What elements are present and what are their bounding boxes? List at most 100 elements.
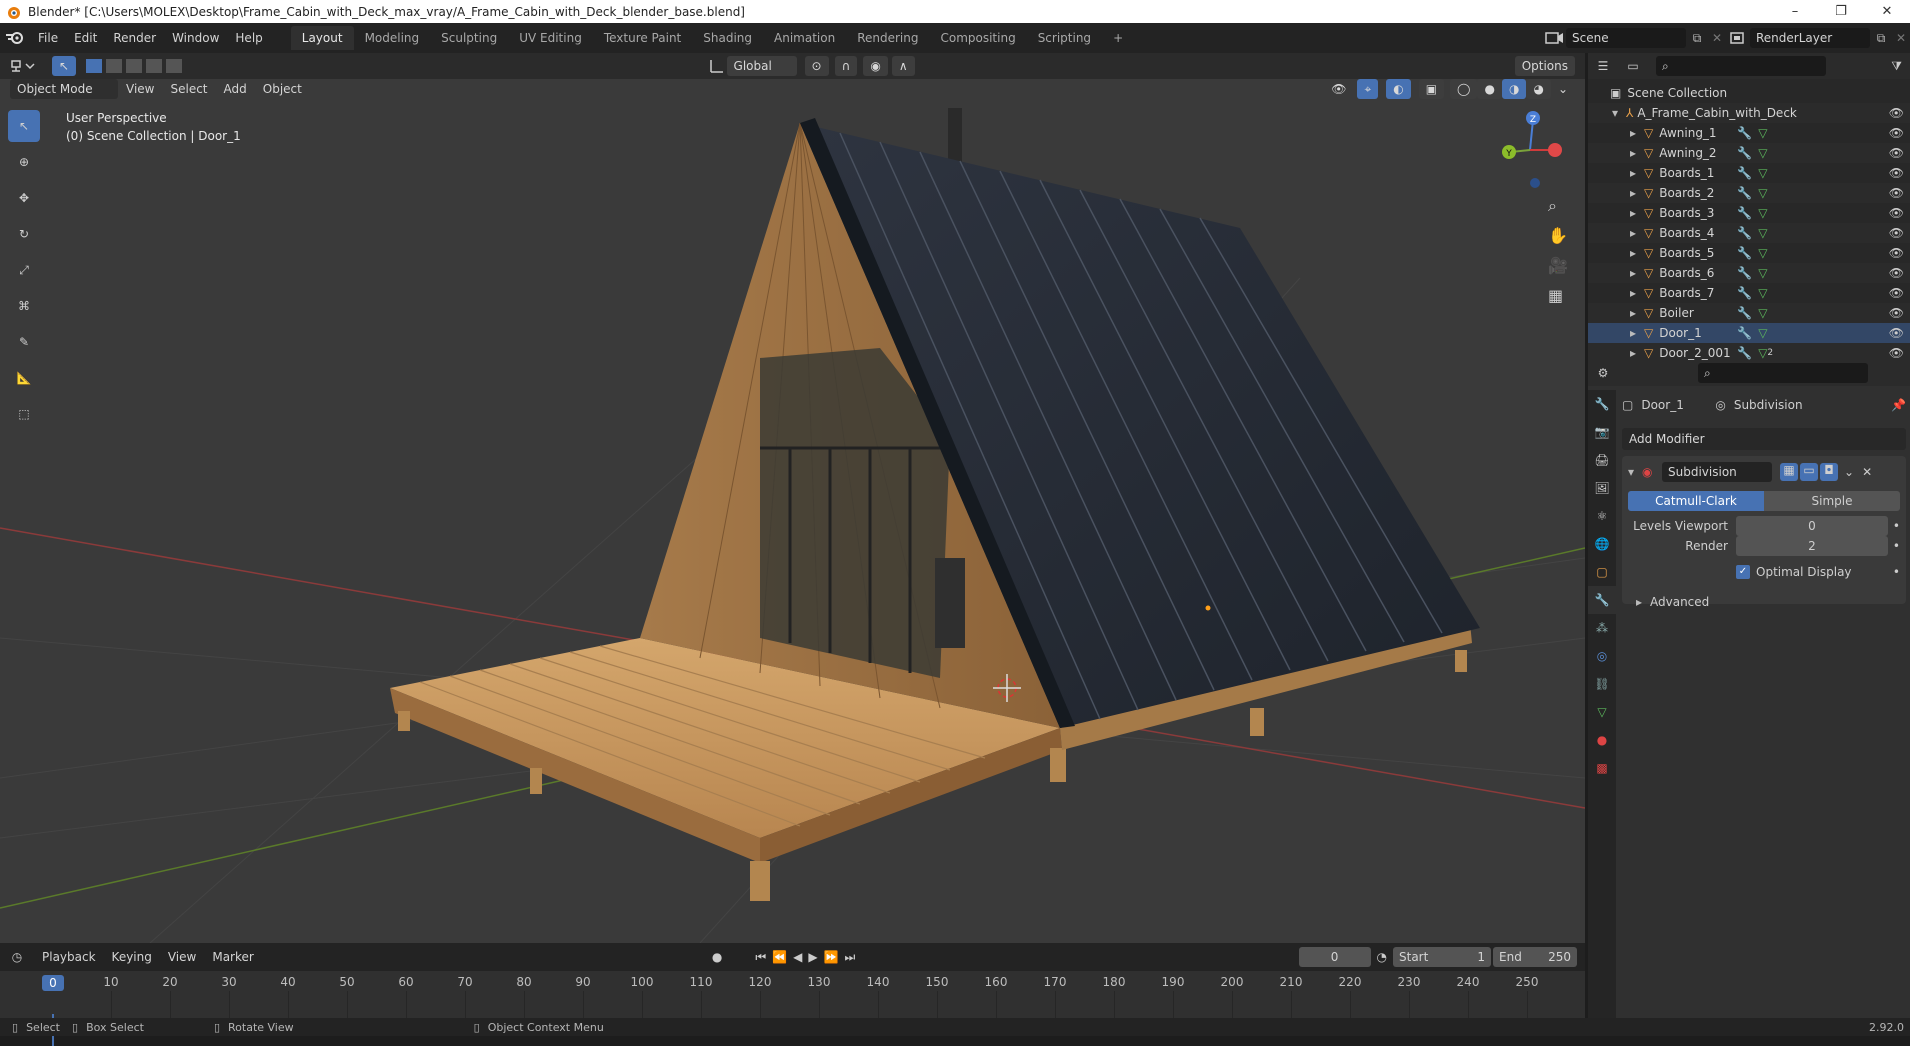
eye-visibility-icon[interactable]: 👁	[1889, 266, 1904, 280]
pin-icon[interactable]: 📌	[1891, 398, 1906, 412]
navigation-gizmo[interactable]: Z Y	[1495, 108, 1565, 188]
mesh-data-icon[interactable]: ▽	[1758, 326, 1767, 340]
current-frame-field[interactable]: 0	[1298, 947, 1371, 967]
remove-layer-icon[interactable]: ✕	[1892, 31, 1910, 45]
rotate-tool-icon[interactable]: ↻	[8, 218, 40, 250]
play-reverse-icon[interactable]: ◀	[793, 950, 802, 964]
blender-menu-icon[interactable]	[0, 27, 30, 49]
view-layer-icon[interactable]: 🖼	[1588, 474, 1616, 502]
restore-button[interactable]: ❐	[1818, 0, 1864, 23]
menu-edit[interactable]: Edit	[66, 27, 105, 49]
modifier-wrench-icon[interactable]: 🔧	[1737, 286, 1752, 300]
edit-mode-toggle-icon[interactable]: ▦	[1780, 463, 1798, 481]
shading-rendered-icon[interactable]: ◕	[1526, 79, 1551, 99]
outliner-item[interactable]: ▸ ▽ Awning_2 🔧 ▽ 👁	[1588, 143, 1910, 163]
eye-visibility-icon[interactable]: 👁	[1889, 246, 1904, 260]
3d-viewport[interactable]	[0, 78, 1585, 943]
render-layer-icon[interactable]	[1726, 28, 1750, 48]
end-frame-field[interactable]: End 250	[1493, 947, 1577, 967]
tab-compositing[interactable]: Compositing	[929, 26, 1026, 50]
cursor-tool-icon[interactable]: ⊕	[8, 146, 40, 178]
modifier-wrench-icon[interactable]: 🔧	[1737, 186, 1752, 200]
render-properties-icon[interactable]: 📷	[1588, 418, 1616, 446]
tab-rendering[interactable]: Rendering	[846, 26, 929, 50]
tab-modeling[interactable]: Modeling	[354, 26, 431, 50]
viewport-menu-object[interactable]: Object	[255, 78, 310, 100]
object-mode-dropdown[interactable]: Object Mode	[10, 79, 118, 99]
overlay-toggle-icon[interactable]: ◐	[1386, 79, 1411, 99]
transform-tool-icon[interactable]: ⌘	[8, 290, 40, 322]
pan-hand-icon[interactable]: ✋	[1548, 226, 1572, 256]
remove-scene-icon[interactable]: ✕	[1708, 31, 1726, 45]
menu-render[interactable]: Render	[105, 27, 164, 49]
expand-arrow-icon[interactable]: ▸	[1630, 306, 1644, 320]
mesh-data-icon[interactable]: ▽	[1758, 306, 1767, 320]
expand-arrow-icon[interactable]: ▸	[1630, 266, 1644, 280]
collapse-arrow-icon[interactable]: ▾	[1628, 465, 1642, 479]
modifier-wrench-icon[interactable]: 🔧	[1737, 246, 1752, 260]
advanced-subpanel[interactable]: ▸ Advanced	[1628, 592, 1900, 612]
render-levels-field[interactable]: 2	[1736, 536, 1888, 556]
expand-arrow-icon[interactable]: ▸	[1630, 126, 1644, 140]
outliner-editor-icon[interactable]: ☰	[1588, 59, 1618, 73]
simple-button[interactable]: Simple	[1764, 491, 1900, 511]
keyframe-dot-icon[interactable]: •	[1893, 565, 1900, 579]
proportional-edit-icon[interactable]: ◉	[863, 56, 888, 76]
mesh-data-icon[interactable]: ▽	[1758, 126, 1767, 140]
expand-arrow-icon[interactable]: ▸	[1630, 146, 1644, 160]
viewport-menu-add[interactable]: Add	[216, 78, 255, 100]
outliner-item[interactable]: ▸ ▽ Boards_3 🔧 ▽ 👁	[1588, 203, 1910, 223]
mesh-data-icon[interactable]: ▽	[1758, 226, 1767, 240]
menu-window[interactable]: Window	[164, 27, 227, 49]
orientation-icon[interactable]	[707, 56, 727, 76]
modifier-wrench-icon[interactable]: 🔧	[1737, 326, 1752, 340]
outliner-item[interactable]: ▸ ▽ Awning_1 🔧 ▽ 👁	[1588, 123, 1910, 143]
timeline-menu-playback[interactable]: Playback	[34, 946, 104, 968]
select-tool-icon[interactable]: ↖	[52, 56, 77, 76]
tree-parent-item[interactable]: ▾ ⅄ A_Frame_Cabin_with_Deck 👁	[1588, 103, 1910, 123]
timeline-menu-marker[interactable]: Marker	[204, 946, 261, 968]
mesh-data-icon[interactable]: ▽	[1758, 186, 1767, 200]
mesh-data-icon[interactable]: ▽	[1758, 146, 1767, 160]
shading-options-icon[interactable]: ⌄	[1551, 79, 1575, 99]
tab-uv-editing[interactable]: UV Editing	[508, 26, 593, 50]
keyframe-dot-icon[interactable]: •	[1888, 519, 1900, 533]
mesh-data-icon[interactable]: ▽	[1758, 246, 1767, 260]
modifier-name-field[interactable]: Subdivision	[1662, 462, 1772, 482]
modifier-wrench-icon[interactable]: 🔧	[1737, 226, 1752, 240]
prev-keyframe-icon[interactable]: ⏪	[772, 950, 787, 964]
display-mode-icon[interactable]: ▭	[1618, 59, 1648, 73]
expand-arrow-icon[interactable]: ▸	[1630, 346, 1644, 360]
jump-end-icon[interactable]: ⏭	[845, 950, 856, 965]
ortho-grid-icon[interactable]: ▦	[1548, 286, 1572, 316]
eye-visibility-icon[interactable]: 👁	[1889, 286, 1904, 300]
render-layer-selector[interactable]: RenderLayer	[1750, 28, 1870, 48]
tab-sculpting[interactable]: Sculpting	[430, 26, 508, 50]
minimize-button[interactable]: –	[1772, 0, 1818, 23]
filter-icon[interactable]: ⧩	[1891, 59, 1902, 74]
material-properties-icon[interactable]: ●	[1588, 726, 1616, 754]
modifier-properties-icon[interactable]: 🔧	[1588, 586, 1616, 614]
modifier-wrench-icon[interactable]: 🔧	[1737, 166, 1752, 180]
expand-arrow-icon[interactable]: ▸	[1630, 326, 1644, 340]
keyframe-dot-icon[interactable]: •	[1888, 539, 1900, 553]
remove-modifier-icon[interactable]: ✕	[1862, 465, 1872, 479]
tab-layout[interactable]: Layout	[290, 26, 354, 50]
world-properties-icon[interactable]: 🌐	[1588, 530, 1616, 558]
scene-selector[interactable]: Scene	[1566, 28, 1686, 48]
expand-arrow-icon[interactable]: ▸	[1630, 226, 1644, 240]
outliner-item[interactable]: ▸ ▽ Boards_1 🔧 ▽ 👁	[1588, 163, 1910, 183]
render-toggle-icon[interactable]: ◘	[1820, 463, 1838, 481]
mesh-data-icon[interactable]: ▽	[1758, 166, 1767, 180]
outliner-item[interactable]: ▸ ▽ Door_1 🔧 ▽ 👁	[1588, 323, 1910, 343]
shading-solid-icon[interactable]: ●	[1477, 79, 1502, 99]
constraints-icon[interactable]: ⛓	[1588, 670, 1616, 698]
editor-type-icon[interactable]	[6, 55, 42, 77]
eye-visibility-icon[interactable]: 👁	[1889, 326, 1904, 340]
timeline-menu-view[interactable]: View	[160, 946, 204, 968]
snap-icon[interactable]: ∩	[834, 56, 858, 76]
jump-start-icon[interactable]: ⏮	[755, 950, 766, 965]
expand-arrow-icon[interactable]: ▸	[1630, 286, 1644, 300]
camera-view-icon[interactable]: 🎥	[1548, 256, 1572, 286]
xray-icon[interactable]: ▣	[1418, 79, 1445, 99]
